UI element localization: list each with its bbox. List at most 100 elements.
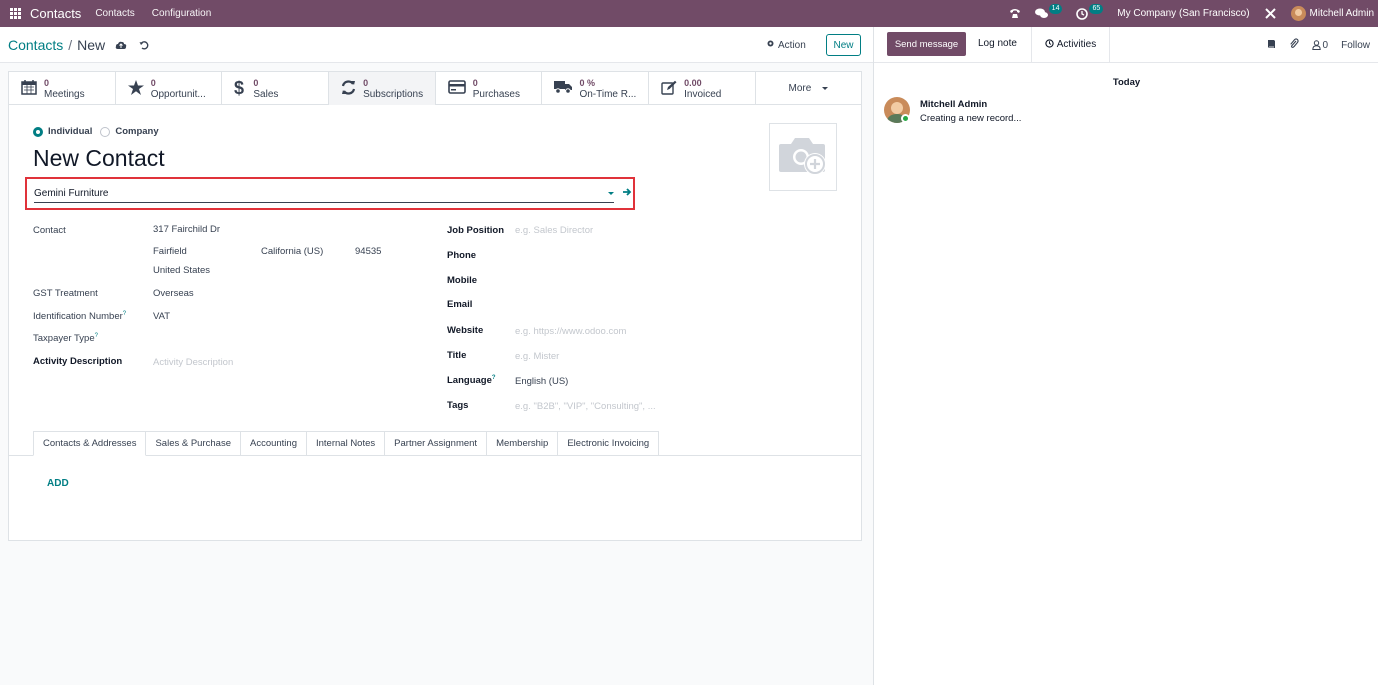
breadcrumb-contacts[interactable]: Contacts xyxy=(8,37,63,53)
followers-button[interactable]: 0 xyxy=(1311,40,1328,51)
menu-configuration[interactable]: Configuration xyxy=(152,8,211,19)
breadcrumb-current: New xyxy=(77,37,106,53)
tab-internal-notes[interactable]: Internal Notes xyxy=(307,431,386,456)
messages-badge: 14 xyxy=(1048,3,1063,14)
opportunities-label: Opportunit... xyxy=(150,88,206,100)
mobile-label: Mobile xyxy=(447,275,478,286)
identification-type-field[interactable]: VAT xyxy=(153,311,170,322)
meetings-count: 0 xyxy=(44,77,50,88)
individual-radio[interactable] xyxy=(33,126,43,137)
subscriptions-button[interactable]: 0 Subscriptions xyxy=(329,72,436,105)
on-time-rate-button[interactable]: 0 % On-Time R... xyxy=(542,72,650,105)
follow-button[interactable]: Follow xyxy=(1341,40,1370,51)
language-field[interactable]: English (US) xyxy=(515,376,568,387)
city-field[interactable]: Fairfield xyxy=(153,246,187,257)
sales-label: Sales xyxy=(253,88,279,100)
message-body: Creating a new record... xyxy=(920,113,1022,124)
country-field[interactable]: United States xyxy=(153,265,210,276)
company-radio[interactable] xyxy=(100,126,111,137)
gst-treatment-field[interactable]: Overseas xyxy=(153,288,194,299)
sales-button[interactable]: $ 0 Sales xyxy=(222,72,330,105)
messages-icon[interactable]: 14 xyxy=(1034,3,1063,19)
help-tooltip-icon[interactable]: ? xyxy=(123,311,126,317)
new-button[interactable]: New xyxy=(826,34,861,56)
sales-count: 0 xyxy=(253,77,259,88)
company-label[interactable]: Company xyxy=(115,126,158,137)
tab-membership[interactable]: Membership xyxy=(487,431,559,456)
street-field[interactable]: 317 Fairchild Dr xyxy=(153,224,220,235)
tab-contacts-addresses[interactable]: Contacts & Addresses xyxy=(33,431,147,456)
company-name-input[interactable]: Gemini Furniture xyxy=(34,187,614,203)
help-tooltip-icon[interactable]: ? xyxy=(95,333,98,339)
gst-treatment-label: GST Treatment xyxy=(33,288,98,299)
help-tooltip-icon[interactable]: ? xyxy=(492,375,496,381)
tags-field[interactable]: e.g. "B2B", "VIP", "Consulting", ... xyxy=(515,401,656,412)
notebook-tabs: Contacts & Addresses Sales & Purchase Ac… xyxy=(33,431,660,456)
zip-field[interactable]: 94535 xyxy=(355,246,381,257)
photo-upload[interactable] xyxy=(769,123,837,191)
phone-label: Phone xyxy=(447,250,477,261)
identification-number-label: Identification Number? xyxy=(33,311,127,323)
send-message-button[interactable]: Send message xyxy=(887,32,966,56)
more-button[interactable]: More xyxy=(756,72,861,105)
state-field[interactable]: California (US) xyxy=(261,246,323,257)
discard-changes-icon[interactable] xyxy=(139,40,149,50)
job-position-field[interactable]: e.g. Sales Director xyxy=(515,225,593,236)
purchases-button[interactable]: 0 Purchases xyxy=(436,72,543,105)
menu-contacts[interactable]: Contacts xyxy=(95,8,134,19)
activities-clock-icon[interactable]: 65 xyxy=(1076,3,1104,20)
taxpayer-type-label: Taxpayer Type? xyxy=(33,333,98,345)
arrow-right-icon[interactable] xyxy=(622,187,632,200)
book-icon[interactable] xyxy=(1267,39,1276,52)
action-menu-button[interactable]: Action xyxy=(766,39,806,51)
title-label: Title xyxy=(447,350,467,361)
activities-label: Activities xyxy=(1056,39,1097,50)
date-separator: Today xyxy=(1112,77,1141,88)
control-panel: Contacts / New Action New xyxy=(0,27,873,63)
tab-accounting[interactable]: Accounting xyxy=(240,431,307,456)
activity-description-field[interactable]: Activity Description xyxy=(153,357,233,368)
activities-button[interactable]: Activities xyxy=(1031,27,1110,62)
meetings-button[interactable]: 0 Meetings xyxy=(9,72,116,105)
company-type-radio: Individual Company xyxy=(33,126,167,137)
dollar-icon: $ xyxy=(234,78,246,99)
caret-down-icon xyxy=(822,87,829,90)
website-field[interactable]: e.g. https://www.odoo.com xyxy=(515,326,626,337)
page-title[interactable]: New Contact xyxy=(33,145,165,172)
apps-menu-icon[interactable] xyxy=(5,8,25,19)
add-contact-button[interactable]: ADD xyxy=(47,478,69,489)
tab-sales-purchase[interactable]: Sales & Purchase xyxy=(146,431,241,456)
activity-description-label: Activity Description xyxy=(33,356,123,367)
phone-icon[interactable] xyxy=(1009,8,1021,19)
invoiced-button[interactable]: 0.00 Invoiced xyxy=(649,72,756,105)
log-note-button[interactable]: Log note xyxy=(978,38,1017,49)
contact-label: Contact xyxy=(33,225,66,236)
company-name-field[interactable]: Gemini Furniture xyxy=(25,177,635,210)
tab-partner-assignment[interactable]: Partner Assignment xyxy=(385,431,488,456)
gear-icon xyxy=(766,39,775,51)
opportunities-count: 0 xyxy=(150,77,156,88)
save-cloud-icon[interactable] xyxy=(115,41,127,50)
tab-electronic-invoicing[interactable]: Electronic Invoicing xyxy=(558,431,660,456)
debug-tools-icon[interactable] xyxy=(1264,7,1277,20)
breadcrumb-separator: / xyxy=(68,37,73,53)
user-menu[interactable]: Mitchell Admin xyxy=(1290,6,1374,21)
opportunities-button[interactable]: 0 Opportunit... xyxy=(116,72,223,105)
dropdown-caret-icon[interactable] xyxy=(608,192,614,195)
app-name[interactable]: Contacts xyxy=(30,6,81,21)
paperclip-icon[interactable] xyxy=(1289,38,1299,52)
job-position-label: Job Position xyxy=(447,225,504,236)
camera-plus-icon xyxy=(777,134,829,181)
invoiced-label: Invoiced xyxy=(684,88,722,100)
purchases-label: Purchases xyxy=(472,88,520,100)
star-icon xyxy=(127,79,144,98)
company-switcher[interactable]: My Company (San Francisco) xyxy=(1117,8,1249,19)
title-field[interactable]: e.g. Mister xyxy=(515,351,559,362)
subscriptions-label: Subscriptions xyxy=(363,88,424,100)
top-navbar: Contacts Contacts Configuration 14 65 My… xyxy=(0,0,1378,27)
individual-label[interactable]: Individual xyxy=(48,126,92,137)
language-label: Language? xyxy=(447,375,496,387)
calendar-icon xyxy=(21,79,37,98)
tags-label: Tags xyxy=(447,400,469,411)
message-author[interactable]: Mitchell Admin xyxy=(920,99,987,110)
